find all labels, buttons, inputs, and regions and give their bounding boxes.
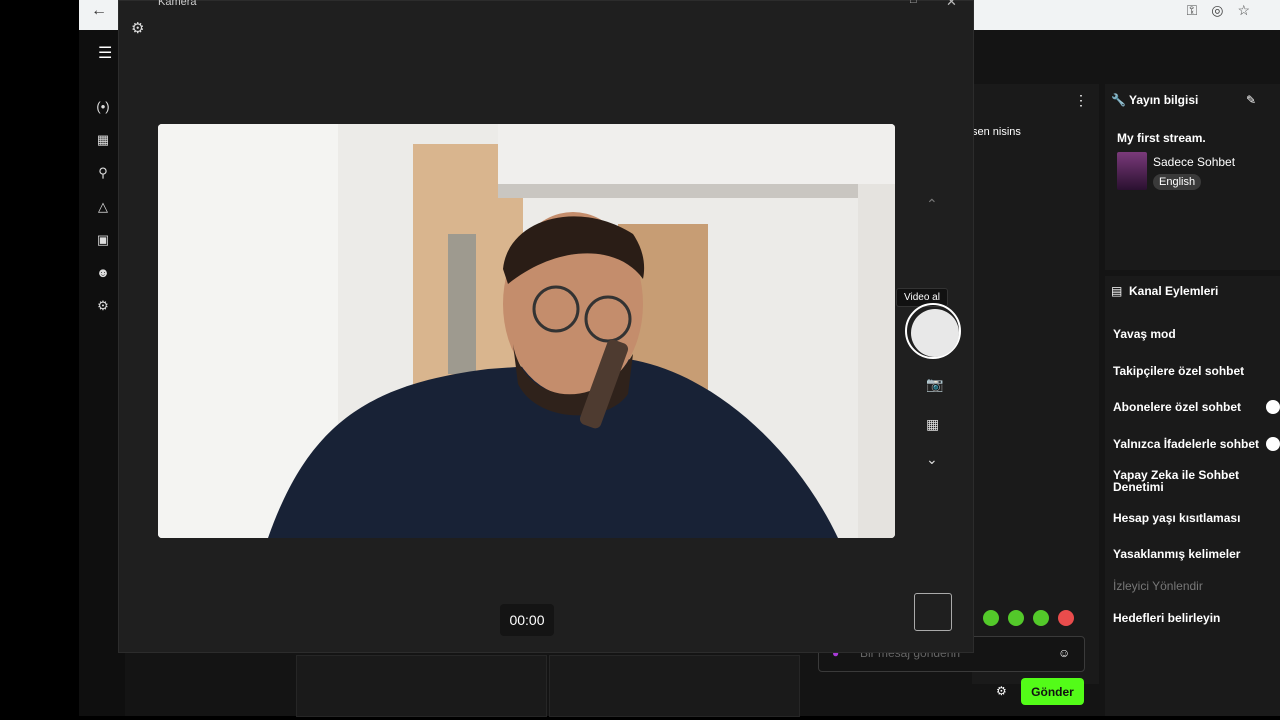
camera-preview-image [158,124,895,538]
window-title: Kamera [158,0,197,8]
subscribers-only-toggle[interactable] [1266,400,1280,414]
stream-title: My first stream. [1117,131,1206,145]
action-ai-moderation[interactable]: Yapay Zeka ile Sohbet Denetimi [1113,469,1253,493]
video-camera-icon [911,309,959,357]
clips-icon[interactable]: ▣ [95,232,111,248]
trophy-icon[interactable]: ⚲ [95,165,111,181]
recording-timer: 00:00 [500,604,554,636]
emotes-only-toggle[interactable] [1266,437,1280,451]
channel-actions-title: Kanal Eylemleri [1129,284,1219,298]
browser-toolbar-icons: ⚿ ◎ ☆ [1187,2,1250,19]
emote-icon[interactable] [1058,610,1074,626]
category-name: Sadece Sohbet [1153,155,1236,169]
back-arrow-icon[interactable]: ← [91,2,107,20]
eye-off-icon[interactable]: ◎ [1211,2,1223,19]
emote-icon[interactable] [983,610,999,626]
action-emotes-only[interactable]: Yalnızca İfadelerle sohbet [1113,438,1263,450]
gear-icon[interactable]: ⚙ [131,19,144,37]
wrench-icon: 🔧 [1111,93,1126,107]
analytics-icon[interactable]: ▦ [95,132,111,148]
action-followers-only[interactable]: Takipçilere özel sohbet [1113,365,1263,377]
key-icon[interactable]: ⚿ [1187,2,1198,19]
emoji-picker-icon[interactable]: ☺ [1058,646,1070,660]
camera-icon[interactable]: 📷 [926,376,943,393]
chevron-down-icon[interactable]: ⌄ [926,451,938,468]
stream-info-title: Yayın bilgisi [1129,93,1199,107]
community-icon[interactable]: △ [95,199,111,215]
minimize-icon[interactable]: □ [910,0,917,6]
settings-icon[interactable]: ⚙ [95,298,111,314]
action-subscribers-only[interactable]: Abonelere özel sohbet [1113,401,1263,413]
users-icon[interactable]: ☻ [95,265,111,281]
dashboard-card [549,655,800,717]
dashboard-card [296,655,547,717]
action-account-age[interactable]: Hesap yaşı kısıtlaması [1113,512,1263,524]
more-options-icon[interactable]: ⋮ [1074,92,1088,109]
chevron-up-icon[interactable]: ⌃ [926,196,938,213]
emote-icon[interactable] [1033,610,1049,626]
channel-actions-panel [1105,276,1280,716]
close-icon[interactable]: ✕ [946,0,957,10]
chat-panel [972,84,1099,684]
send-button[interactable]: Gönder [1021,678,1084,705]
actions-icon: ▤ [1111,284,1123,298]
category-thumbnail [1117,152,1147,190]
emote-icon[interactable] [1008,610,1024,626]
record-video-button[interactable] [905,303,961,359]
edit-icon[interactable]: ✎ [1246,93,1256,107]
camera-preview [158,124,895,538]
chat-message: sen nisins [972,126,1021,138]
gallery-thumbnail-button[interactable] [914,593,952,631]
emote-row [983,610,1074,626]
star-icon[interactable]: ☆ [1237,2,1250,19]
action-slow-mode[interactable]: Yavaş mod [1113,328,1263,340]
language-badge: English [1153,174,1202,190]
hamburger-menu-icon[interactable]: ☰ [98,46,114,62]
action-raid: İzleyici Yönlendir [1113,579,1203,593]
action-set-goals[interactable]: Hedefleri belirleyin [1113,612,1263,624]
qr-code-icon[interactable]: ▦ [926,416,939,433]
action-banned-words[interactable]: Yasaklanmış kelimeler [1113,548,1263,560]
chat-settings-icon[interactable]: ⚙ [996,684,1007,698]
broadcast-icon[interactable]: (•) [95,99,111,115]
